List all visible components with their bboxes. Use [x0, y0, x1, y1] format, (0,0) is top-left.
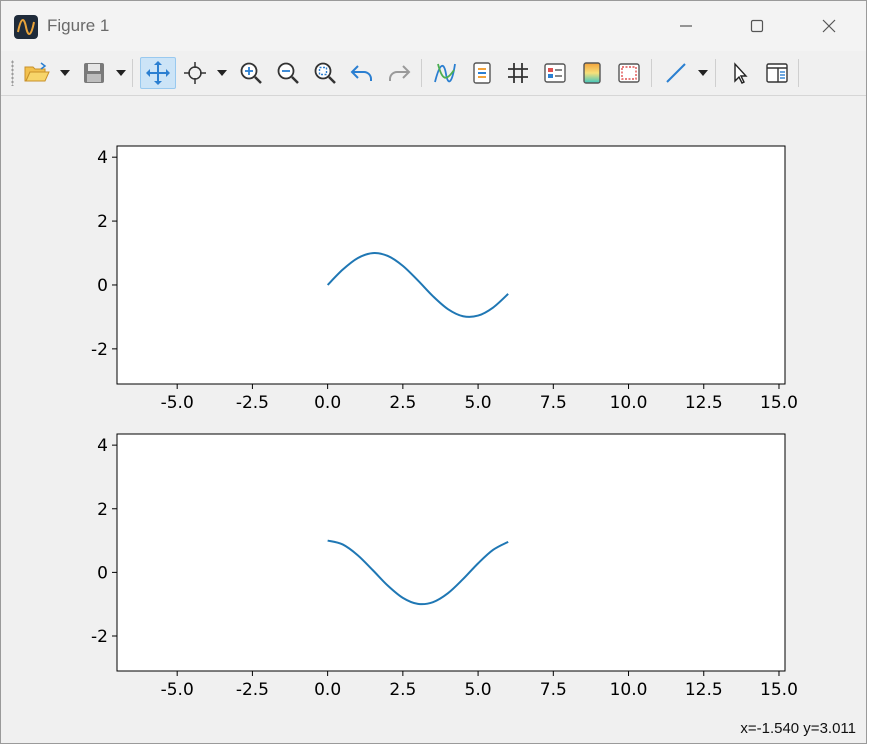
pan-arrows-icon	[146, 61, 170, 85]
figure-canvas[interactable]: -5.0 -2.5 0.0 2.5 5.0 7.5 10.0 12.5 15.0 -2 0 2 4 -5.…	[1, 96, 866, 718]
toolbar-separator	[715, 59, 716, 87]
zoom-in-button[interactable]	[235, 57, 267, 89]
title-bar[interactable]: Figure 1	[1, 1, 866, 51]
curves-button[interactable]	[429, 57, 461, 89]
x-tick-label: 0.0	[314, 680, 341, 700]
y-tick-label: 2	[97, 500, 108, 520]
minimize-button[interactable]	[663, 9, 709, 43]
line-tool-dropdown[interactable]	[697, 57, 709, 89]
x-tick-label: 7.5	[540, 393, 567, 413]
undo-button[interactable]	[346, 57, 378, 89]
x-tick-label: 12.5	[685, 680, 723, 700]
x-tick-label: 5.0	[465, 393, 492, 413]
legend-button[interactable]	[466, 57, 498, 89]
toolbar-separator	[132, 59, 133, 87]
x-tick-label: -5.0	[161, 393, 194, 413]
grid-button[interactable]	[502, 57, 534, 89]
dropdown-arrow-icon	[698, 70, 708, 76]
zoom-out-icon	[277, 62, 299, 84]
save-dropdown[interactable]	[115, 57, 127, 89]
save-button[interactable]	[78, 57, 110, 89]
zoom-out-button[interactable]	[272, 57, 304, 89]
axes-2[interactable]: -5.0 -2.5 0.0 2.5 5.0 7.5 10.0 12.5 15.0 -2 0 2 4	[91, 433, 798, 700]
data-cursor-icon	[184, 62, 206, 84]
colormap-button[interactable]	[576, 57, 608, 89]
panel-icon	[766, 63, 788, 83]
minimize-icon	[680, 25, 692, 27]
line-tool-icon	[666, 63, 686, 83]
redo-button[interactable]	[383, 57, 415, 89]
open-dropdown[interactable]	[59, 57, 71, 89]
x-tick-label: 2.5	[389, 680, 416, 700]
close-button[interactable]	[806, 9, 852, 43]
x-tick-label: -2.5	[236, 680, 269, 700]
y-tick-label: 4	[97, 148, 108, 168]
grid-icon	[508, 63, 528, 83]
x-tick-label: 0.0	[314, 393, 341, 413]
x-tick-label: 10.0	[610, 393, 648, 413]
toolbar-grip[interactable]	[11, 60, 14, 86]
redo-icon	[389, 65, 411, 81]
x-tick-label: 15.0	[760, 393, 798, 413]
colormap-icon	[583, 62, 601, 84]
toolbar-separator	[651, 59, 652, 87]
y-tick-label: 2	[97, 212, 108, 232]
x-tick-label: 15.0	[760, 680, 798, 700]
axes-1[interactable]: -5.0 -2.5 0.0 2.5 5.0 7.5 10.0 12.5 15.0 -2 0 2 4	[91, 145, 798, 413]
toolbar-separator	[421, 59, 422, 87]
open-button[interactable]	[21, 57, 53, 89]
axes-frame	[116, 433, 786, 672]
axes-frame	[116, 145, 786, 385]
zoom-in-icon	[240, 62, 262, 84]
y-tick-label: 0	[97, 563, 108, 583]
pointer-icon	[734, 62, 748, 84]
y-tick-label: 4	[97, 436, 108, 456]
frame-button[interactable]	[613, 57, 645, 89]
cursor-coordinates: x=-1.540 y=3.011	[740, 720, 856, 737]
x-tick-label: 5.0	[465, 680, 492, 700]
x-tick-label: 10.0	[610, 680, 648, 700]
floppy-disk-icon	[84, 63, 104, 83]
close-icon	[822, 19, 836, 33]
select-button[interactable]	[724, 57, 756, 89]
x-tick-label: -2.5	[236, 393, 269, 413]
y-tick-label: -2	[91, 627, 108, 647]
status-bar: x=-1.540 y=3.011	[1, 718, 866, 743]
properties-icon	[544, 63, 566, 83]
line-tool-button[interactable]	[660, 57, 692, 89]
folder-open-icon	[24, 62, 50, 82]
x-tick-label: 12.5	[685, 393, 723, 413]
data-cursor-dropdown[interactable]	[216, 57, 228, 89]
x-tick-label: 7.5	[540, 680, 567, 700]
frame-icon	[618, 63, 640, 83]
pan-button[interactable]	[140, 57, 176, 89]
legend-icon	[473, 62, 491, 84]
dropdown-arrow-icon	[60, 70, 70, 76]
toolbar	[1, 51, 866, 96]
toolbar-separator	[798, 59, 799, 87]
data-cursor-button[interactable]	[179, 57, 211, 89]
zoom-fit-button[interactable]	[309, 57, 341, 89]
curves-icon	[434, 63, 456, 83]
properties-button[interactable]	[539, 57, 571, 89]
x-tick-label: 2.5	[389, 393, 416, 413]
app-logo-icon	[14, 15, 38, 39]
dropdown-arrow-icon	[217, 70, 227, 76]
plot-area[interactable]: -5.0 -2.5 0.0 2.5 5.0 7.5 10.0 12.5 15.0-2024-5.…	[1, 96, 867, 718]
window-title: Figure 1	[47, 16, 110, 35]
y-tick-label: -2	[91, 340, 108, 360]
y-tick-label: 0	[97, 276, 108, 296]
undo-icon	[350, 65, 372, 81]
maximize-button[interactable]	[734, 9, 780, 43]
figure-window: Figure 1 -5.0 -2.5 0.0 2.5 5.0 7.5 10.0 …	[0, 0, 867, 744]
zoom-fit-icon	[314, 62, 336, 84]
panel-button[interactable]	[761, 57, 793, 89]
dropdown-arrow-icon	[116, 70, 126, 76]
x-tick-label: -5.0	[161, 680, 194, 700]
maximize-icon	[750, 19, 764, 33]
